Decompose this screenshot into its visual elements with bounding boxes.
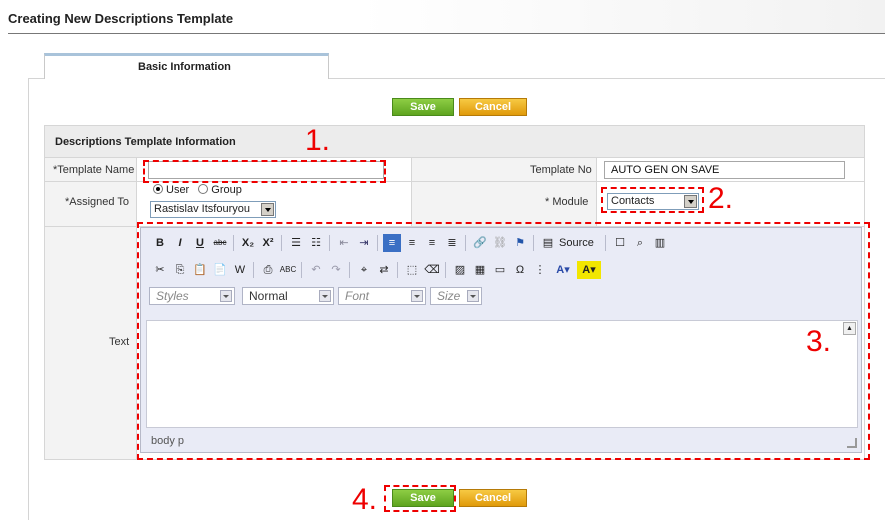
annotation-number-3: 3.	[806, 325, 832, 358]
tab-basic-information[interactable]: Basic Information	[44, 53, 329, 79]
cancel-button-bottom[interactable]: Cancel	[459, 489, 527, 507]
tab-label: Basic Information	[138, 61, 231, 73]
assigned-to-label: *Assigned To	[65, 196, 130, 208]
section-header: Descriptions Template Information	[45, 126, 864, 158]
template-name-label: *Template Name	[53, 164, 135, 176]
assigned-to-value: Rastislav Itsfouryou	[154, 203, 250, 215]
assign-type-radios: User Group	[153, 184, 242, 196]
page-title: Creating New Descriptions Template	[8, 11, 234, 26]
text-label: Text	[109, 336, 130, 348]
divider	[136, 158, 137, 181]
cancel-button-top[interactable]: Cancel	[459, 98, 527, 116]
group-radio[interactable]	[198, 184, 209, 194]
annotation-number-1: 1.	[305, 124, 331, 157]
annotation-box-4	[384, 485, 456, 512]
divider	[596, 182, 597, 226]
annotation-number-4: 4.	[352, 483, 378, 516]
group-radio-label: Group	[211, 184, 242, 196]
save-button-top[interactable]: Save	[392, 98, 454, 116]
assigned-to-select[interactable]: Rastislav Itsfouryou	[150, 201, 276, 218]
annotation-box-2	[601, 187, 704, 213]
annotation-number-2: 2.	[708, 182, 734, 215]
template-no-input[interactable]: AUTO GEN ON SAVE	[604, 161, 845, 179]
module-label: * Module	[545, 196, 589, 208]
divider	[596, 158, 597, 181]
divider	[136, 182, 137, 226]
user-radio-label: User	[166, 184, 190, 196]
row-assigned-to: *Assigned To User Group Rastislav Itsfou…	[45, 182, 864, 227]
title-divider	[8, 33, 885, 34]
user-radio[interactable]	[153, 184, 163, 194]
chevron-down-icon[interactable]	[261, 203, 274, 216]
annotation-box-1	[143, 160, 386, 183]
template-no-label: Template No	[530, 164, 592, 176]
annotation-box-3	[137, 222, 870, 460]
